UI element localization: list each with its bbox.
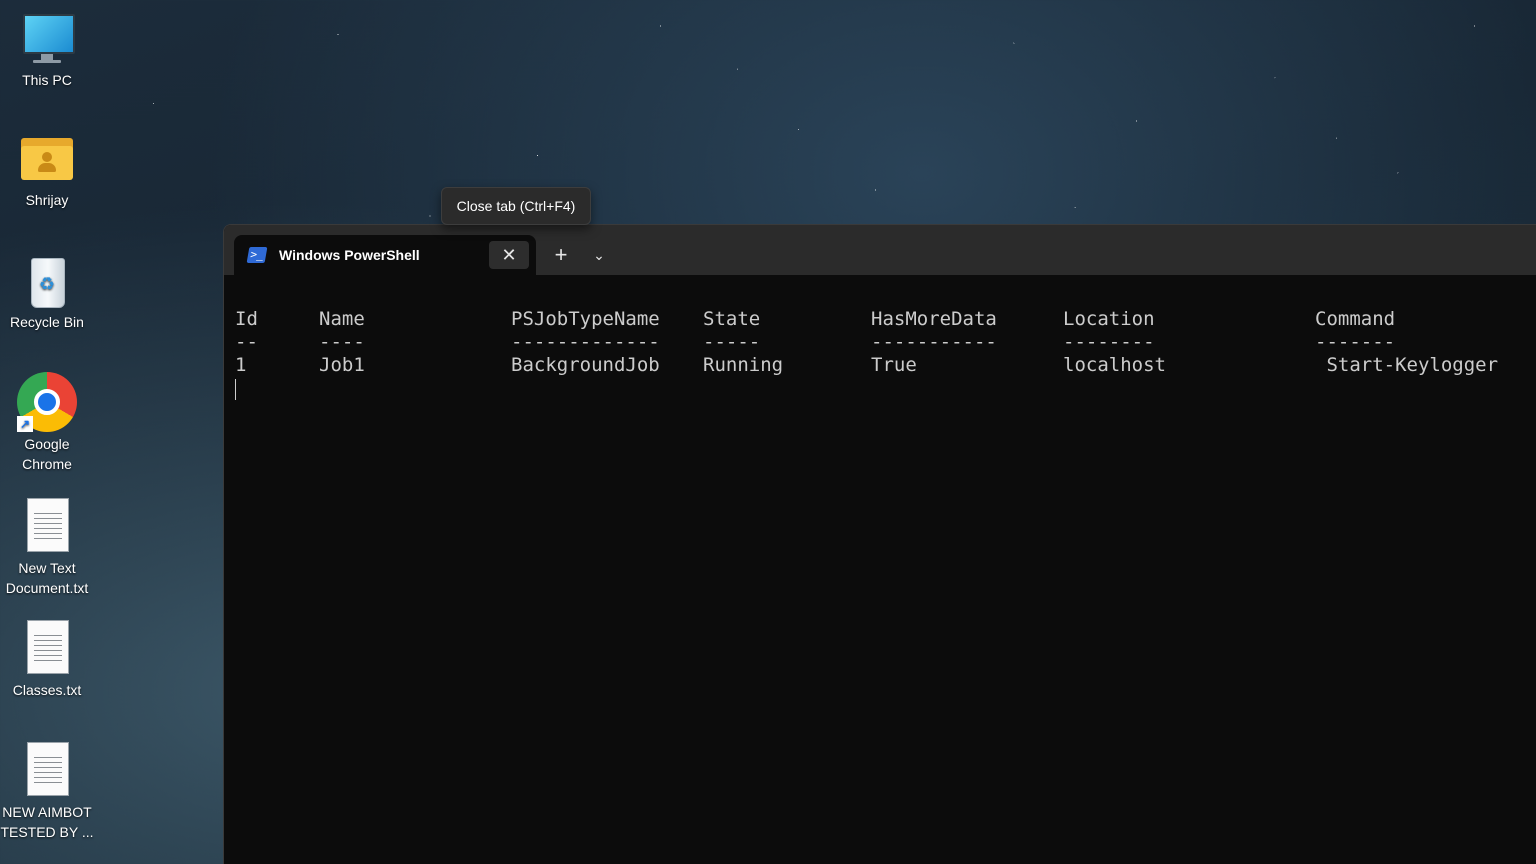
job-name-cell: Job1 (319, 354, 365, 376)
job-command-cell: Start-Keylogger (1315, 354, 1499, 376)
tab-title: Windows PowerShell (279, 247, 420, 263)
column-separator: -------- (1063, 331, 1155, 353)
recycle-bin-icon: ♻ (19, 252, 75, 308)
job-state-cell: Running (703, 354, 784, 376)
tab-windows-powershell[interactable]: >_ Windows PowerShell ✕ (234, 235, 536, 275)
chrome-icon: ↗ (17, 372, 77, 432)
terminal-titlebar[interactable]: >_ Windows PowerShell ✕ + ⌄ (224, 225, 1536, 275)
chevron-down-icon[interactable]: ⌄ (585, 241, 613, 269)
powershell-icon: >_ (246, 247, 268, 263)
monitor-icon (19, 10, 75, 66)
desktop-icon-label: Classes.txt (12, 682, 82, 698)
column-header-psjobtypename: PSJobTypeName (511, 308, 660, 330)
column-header-name: Name (319, 308, 365, 330)
close-tab-tooltip: Close tab (Ctrl+F4) (441, 187, 591, 225)
text-cursor (235, 379, 236, 400)
column-header-command: Command (1315, 308, 1396, 330)
job-location-cell: localhost (1063, 354, 1166, 376)
user-folder-icon (19, 130, 75, 186)
shortcut-arrow-icon: ↗ (17, 416, 33, 432)
column-separator: ------- (1315, 331, 1396, 353)
text-file-icon (19, 620, 75, 676)
desktop-icon-label: Shrijay (25, 192, 69, 208)
job-type-cell: BackgroundJob (511, 354, 660, 376)
desktop-icon-this-pc[interactable]: This PC (0, 10, 94, 90)
desktop-icon-label: Recycle Bin (10, 314, 84, 330)
column-separator: ----------- (871, 331, 997, 353)
job-hasmoredata-cell: True (871, 354, 917, 376)
desktop-icon-label: NEW AIMBOT TESTED BY ... (0, 804, 94, 840)
column-separator: ------------- (511, 331, 660, 353)
column-separator: -- (235, 331, 258, 353)
text-file-icon (19, 498, 75, 554)
column-header-hasmoredata: HasMoreData (871, 308, 997, 330)
desktop-icon-classes[interactable]: Classes.txt (0, 620, 94, 700)
column-separator: ----- (703, 331, 761, 353)
column-header-id: Id (235, 308, 258, 330)
desktop-icon-recycle-bin[interactable]: ♻ Recycle Bin (0, 252, 94, 332)
desktop-icon-label: New Text Document.txt (5, 560, 89, 596)
job-id-cell: 1 (235, 354, 247, 376)
desktop-icon-label: Google Chrome (22, 436, 72, 472)
text-file-icon (19, 742, 75, 798)
desktop-icon-new-text-document[interactable]: New Text Document.txt (0, 498, 94, 598)
desktop-icon-label: This PC (22, 72, 72, 88)
desktop-icon-new-aimbot[interactable]: NEW AIMBOT TESTED BY ... (0, 742, 94, 842)
powershell-window[interactable]: >_ Windows PowerShell ✕ + ⌄ Id Name PSJo… (223, 224, 1536, 864)
desktop-icon-google-chrome[interactable]: ↗ Google Chrome (0, 372, 94, 474)
column-header-location: Location (1063, 308, 1155, 330)
column-header-state: State (703, 308, 761, 330)
column-separator: ---- (319, 331, 365, 353)
desktop-icon-shrijay[interactable]: Shrijay (0, 130, 94, 210)
new-tab-button[interactable]: + (547, 241, 575, 269)
close-tab-button[interactable]: ✕ (489, 241, 529, 269)
console-output[interactable]: Id Name PSJobTypeName State HasMoreData … (224, 275, 1536, 864)
